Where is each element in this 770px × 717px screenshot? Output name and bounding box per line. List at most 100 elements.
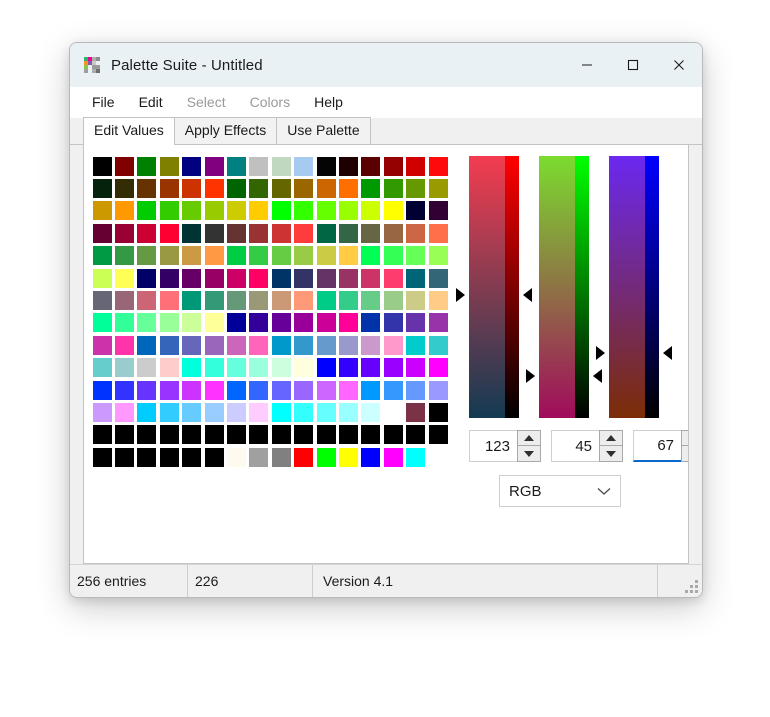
palette-swatch[interactable] (404, 155, 426, 177)
slider-red[interactable] (456, 156, 532, 418)
palette-swatch[interactable] (404, 312, 426, 334)
palette-swatch[interactable] (427, 155, 449, 177)
palette-swatch[interactable] (293, 245, 315, 267)
palette-swatch[interactable] (91, 245, 113, 267)
palette-swatch[interactable] (382, 357, 404, 379)
palette-swatch[interactable] (181, 267, 203, 289)
palette-swatch[interactable] (315, 289, 337, 311)
close-button[interactable] (656, 43, 702, 87)
palette-grid[interactable] (91, 155, 449, 468)
palette-swatch[interactable] (360, 446, 382, 468)
palette-swatch[interactable] (270, 267, 292, 289)
palette-swatch[interactable] (113, 334, 135, 356)
palette-swatch[interactable] (337, 222, 359, 244)
palette-swatch[interactable] (360, 312, 382, 334)
slider-marker-right-icon[interactable] (663, 345, 672, 360)
palette-swatch[interactable] (427, 401, 449, 423)
palette-swatch[interactable] (337, 424, 359, 446)
palette-swatch[interactable] (382, 177, 404, 199)
palette-swatch[interactable] (404, 177, 426, 199)
palette-swatch[interactable] (91, 289, 113, 311)
palette-swatch[interactable] (158, 379, 180, 401)
palette-swatch[interactable] (270, 155, 292, 177)
palette-swatch[interactable] (181, 289, 203, 311)
palette-swatch[interactable] (427, 200, 449, 222)
palette-swatch[interactable] (113, 401, 135, 423)
palette-swatch[interactable] (360, 222, 382, 244)
red-spinner[interactable]: 123 (469, 430, 541, 462)
palette-swatch[interactable] (113, 245, 135, 267)
palette-swatch[interactable] (382, 424, 404, 446)
palette-swatch[interactable] (91, 267, 113, 289)
palette-swatch[interactable] (382, 379, 404, 401)
palette-swatch[interactable] (404, 401, 426, 423)
palette-swatch[interactable] (113, 446, 135, 468)
palette-swatch[interactable] (91, 177, 113, 199)
palette-swatch[interactable] (270, 245, 292, 267)
palette-swatch[interactable] (337, 177, 359, 199)
palette-swatch[interactable] (113, 379, 135, 401)
palette-swatch[interactable] (136, 357, 158, 379)
palette-swatch[interactable] (315, 357, 337, 379)
palette-swatch[interactable] (91, 222, 113, 244)
palette-swatch[interactable] (315, 155, 337, 177)
palette-swatch[interactable] (382, 267, 404, 289)
palette-swatch[interactable] (337, 401, 359, 423)
palette-swatch[interactable] (360, 334, 382, 356)
green-spinner-value[interactable]: 45 (551, 430, 599, 462)
palette-swatch[interactable] (315, 379, 337, 401)
palette-swatch[interactable] (203, 446, 225, 468)
palette-swatch[interactable] (270, 222, 292, 244)
palette-swatch[interactable] (382, 155, 404, 177)
palette-swatch[interactable] (203, 222, 225, 244)
palette-swatch[interactable] (248, 200, 270, 222)
palette-swatch[interactable] (91, 401, 113, 423)
palette-swatch[interactable] (315, 267, 337, 289)
palette-swatch[interactable] (293, 289, 315, 311)
palette-swatch[interactable] (382, 401, 404, 423)
palette-swatch[interactable] (382, 334, 404, 356)
slider-marker-right-icon[interactable] (593, 369, 602, 384)
blue-spinner[interactable]: 67 (633, 430, 688, 462)
palette-swatch[interactable] (404, 267, 426, 289)
palette-swatch[interactable] (203, 379, 225, 401)
palette-swatch[interactable] (427, 379, 449, 401)
palette-swatch[interactable] (203, 155, 225, 177)
blue-spinner-decrement[interactable] (681, 446, 688, 462)
palette-swatch[interactable] (315, 401, 337, 423)
palette-swatch[interactable] (158, 200, 180, 222)
palette-swatch[interactable] (113, 177, 135, 199)
minimize-button[interactable] (564, 43, 610, 87)
palette-swatch[interactable] (293, 200, 315, 222)
palette-swatch[interactable] (337, 357, 359, 379)
palette-swatch[interactable] (270, 312, 292, 334)
palette-swatch[interactable] (225, 267, 247, 289)
palette-swatch[interactable] (270, 401, 292, 423)
palette-swatch[interactable] (382, 312, 404, 334)
palette-swatch[interactable] (158, 401, 180, 423)
palette-swatch[interactable] (113, 289, 135, 311)
palette-swatch[interactable] (337, 289, 359, 311)
palette-swatch[interactable] (203, 289, 225, 311)
palette-swatch[interactable] (225, 155, 247, 177)
menu-item-help[interactable]: Help (302, 91, 355, 113)
slider-marker-left-icon[interactable] (526, 369, 535, 384)
palette-swatch[interactable] (248, 446, 270, 468)
menu-item-file[interactable]: File (80, 91, 127, 113)
palette-swatch[interactable] (293, 267, 315, 289)
red-spinner-value[interactable]: 123 (469, 430, 517, 462)
palette-swatch[interactable] (427, 446, 449, 468)
palette-swatch[interactable] (293, 222, 315, 244)
palette-swatch[interactable] (404, 245, 426, 267)
palette-swatch[interactable] (360, 245, 382, 267)
palette-swatch[interactable] (270, 334, 292, 356)
palette-swatch[interactable] (225, 312, 247, 334)
palette-swatch[interactable] (293, 334, 315, 356)
palette-swatch[interactable] (293, 357, 315, 379)
palette-swatch[interactable] (113, 267, 135, 289)
palette-swatch[interactable] (315, 200, 337, 222)
palette-swatch[interactable] (91, 334, 113, 356)
palette-swatch[interactable] (315, 424, 337, 446)
palette-swatch[interactable] (248, 334, 270, 356)
palette-swatch[interactable] (427, 357, 449, 379)
